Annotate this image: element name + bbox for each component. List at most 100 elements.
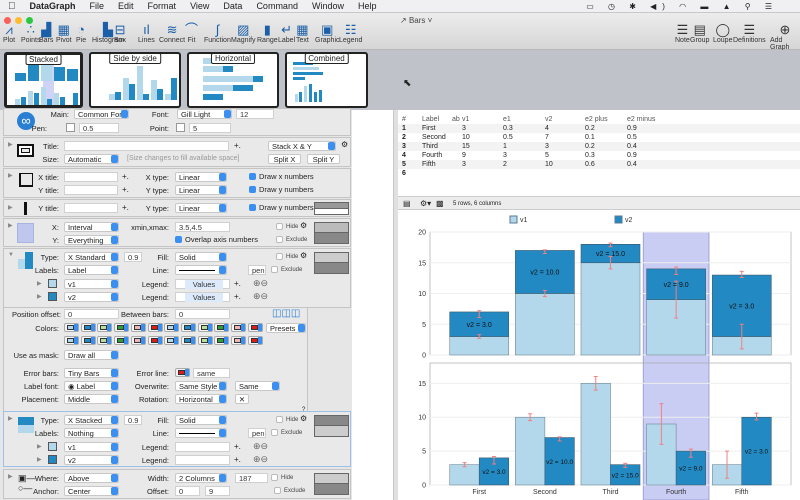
toolbar-loupe-button[interactable]: ◯ Loupe — [713, 23, 732, 45]
table-cell[interactable]: Fourth — [422, 151, 442, 160]
fill-popup[interactable]: Solid — [175, 252, 227, 262]
toolbar-range-button[interactable]: ▮ Range — [257, 23, 278, 45]
palette-color-1[interactable] — [64, 323, 79, 332]
title-field[interactable] — [64, 141, 229, 151]
anchor-popup[interactable]: Center — [64, 486, 119, 496]
legend-field[interactable]: Values — [175, 292, 230, 302]
bar-v1-Second[interactable] — [515, 416, 546, 486]
range-x-popup[interactable]: Interval — [64, 222, 119, 232]
toolbar-group-button[interactable]: ▤ Group — [690, 23, 709, 45]
hide-checkbox[interactable]: Hide — [276, 223, 298, 230]
insert-icon[interactable]: +. — [234, 292, 241, 301]
x-type-popup[interactable]: Linear — [175, 172, 227, 182]
bar-v1-Third[interactable] — [580, 262, 641, 356]
between-bars-field[interactable]: 0 — [175, 309, 230, 319]
gear-menu-icon[interactable]: ⚙▾ — [420, 199, 431, 208]
menu-edit[interactable]: Edit — [118, 1, 134, 11]
overlap-axis-checkbox[interactable]: Overlap axis numbers — [175, 235, 258, 244]
bar-chart[interactable]: v1 v2 0 5 10 15 20 v2 = 3.0 v2 = 10.0 v2 = 15.0 v2… — [398, 210, 800, 500]
toolbar-connect-button[interactable]: ≋ Connect — [159, 23, 185, 45]
y-type-popup[interactable]: Linear — [175, 185, 227, 195]
table-cell[interactable]: 1 — [402, 124, 406, 133]
insert-icon[interactable]: +. — [234, 455, 241, 464]
line-style-popup[interactable] — [175, 265, 227, 275]
toolbar-bars-button[interactable]: ▟ Bars — [39, 23, 53, 45]
disclosure-triangle[interactable]: ▶ — [8, 222, 13, 229]
thumbnail-side-by-side[interactable]: Side by side — [89, 52, 181, 108]
series-color-swatch[interactable] — [48, 292, 57, 301]
table-row[interactable]: 4 Fourth 9 3 5 0.3 0.9 — [398, 151, 800, 160]
menu-command[interactable]: Command — [256, 1, 298, 11]
point-swatch[interactable] — [176, 123, 185, 132]
toolbar-note-button[interactable]: ☰ Note — [675, 23, 690, 45]
gear-icon[interactable]: ⚙ — [300, 221, 307, 230]
palette-color-24[interactable] — [247, 336, 263, 345]
exclude-checkbox[interactable]: Exclude — [274, 487, 305, 494]
menu-format[interactable]: Format — [148, 1, 177, 11]
status-icons[interactable]: ▭ ◷ ✱ ◀) ◠ ▬ ▲ ⚲ ☰ — [586, 2, 778, 11]
gear-icon[interactable]: ⚙ — [341, 140, 348, 149]
table-cell[interactable]: 5 — [402, 160, 406, 169]
position-offset-field[interactable]: 0 — [64, 309, 119, 319]
toolbar-function-button[interactable]: ∫ Function — [204, 23, 231, 45]
draw-x-numbers-checkbox[interactable]: Draw x numbers — [249, 172, 314, 181]
disclosure-triangle[interactable]: ▶ — [8, 172, 13, 179]
palette-color-23[interactable] — [231, 336, 246, 345]
toolbar-box-button[interactable]: ⊟ Box — [114, 23, 126, 45]
menu-file[interactable]: File — [90, 1, 105, 11]
palette-color-17[interactable] — [130, 336, 146, 345]
table-cell[interactable]: 3 — [402, 142, 406, 151]
draw-y-numbers-checkbox[interactable]: Draw y numbers — [249, 203, 314, 212]
table-cell[interactable]: 15 — [462, 142, 470, 151]
disclosure-triangle[interactable]: ▶ — [8, 141, 13, 148]
hide-checkbox[interactable]: Hide — [271, 474, 293, 481]
table-cell[interactable]: 7 — [545, 133, 549, 142]
add-remove-icons[interactable]: ⊕⊖ — [253, 291, 268, 302]
table-cell[interactable]: 6 — [402, 169, 406, 178]
table-row[interactable]: 1 First 3 0.3 4 0.2 0.9 — [398, 124, 800, 133]
split-x-button[interactable]: Split X — [268, 154, 301, 164]
exclude-checkbox[interactable]: Exclude — [271, 266, 302, 273]
rotation-popup[interactable]: Horizontal — [175, 394, 227, 404]
series-popup[interactable]: v2 — [64, 292, 119, 302]
palette-color-19[interactable] — [164, 336, 180, 345]
xminmax-field[interactable]: 3.5,4.5 — [175, 222, 230, 232]
error-line-field[interactable]: same — [193, 368, 230, 378]
menu-help[interactable]: Help — [358, 1, 377, 11]
insert-icon[interactable]: +. — [122, 185, 129, 194]
menu-view[interactable]: View — [190, 1, 209, 11]
bar-type-popup[interactable]: X Standard — [64, 252, 119, 262]
hide-checkbox[interactable]: Hide — [276, 253, 298, 260]
table-cell[interactable]: 2 — [503, 160, 507, 169]
add-remove-icons[interactable]: ⊕⊖ — [253, 454, 268, 465]
palette-color-12[interactable] — [247, 323, 263, 332]
data-table[interactable]: # Label ab v1 e1 v2 e2 plus e2 minus 1 First 3 0.3 4… — [398, 110, 800, 196]
toolbar-pivot-button[interactable]: ▦ Pivot — [56, 23, 72, 45]
palette-color-16[interactable] — [114, 336, 130, 345]
series-expand-triangle[interactable]: ▶ — [37, 280, 42, 287]
insert-icon[interactable]: +. — [234, 442, 241, 451]
add-remove-icons[interactable]: ⊕⊖ — [253, 441, 268, 452]
table-view-icon[interactable]: ▤ — [403, 199, 411, 208]
toolbar-points-button[interactable]: ∴ Points — [21, 23, 40, 45]
same-popup[interactable]: Same — [235, 381, 280, 391]
main-font-popup[interactable]: Common Font — [74, 109, 129, 119]
series-expand-triangle[interactable]: ▶ — [37, 456, 42, 463]
palette-color-18[interactable] — [147, 336, 163, 345]
table-cell[interactable]: First — [422, 124, 436, 133]
font-size-field[interactable]: 12 — [236, 109, 274, 119]
draw-y-numbers-checkbox[interactable]: Draw y numbers — [249, 185, 314, 194]
gear-icon[interactable]: ⚙ — [300, 414, 307, 423]
hide-checkbox[interactable]: Hide — [276, 416, 298, 423]
split-y-button[interactable]: Split Y — [307, 154, 340, 164]
disclosure-triangle[interactable]: ▶ — [8, 415, 13, 422]
toolbar-lines-button[interactable]: ıl Lines — [138, 23, 155, 45]
palette-color-5[interactable] — [130, 323, 146, 332]
table-cell[interactable]: 5 — [545, 151, 549, 160]
layout-popup[interactable]: Stack X & Y — [268, 141, 336, 151]
disclosure-triangle-open[interactable]: ▼ — [8, 252, 14, 258]
pen-field[interactable]: pen — [248, 265, 266, 275]
error-line-color[interactable] — [175, 368, 190, 377]
y-title-field[interactable] — [64, 203, 118, 213]
palette-color-9[interactable] — [197, 323, 213, 332]
